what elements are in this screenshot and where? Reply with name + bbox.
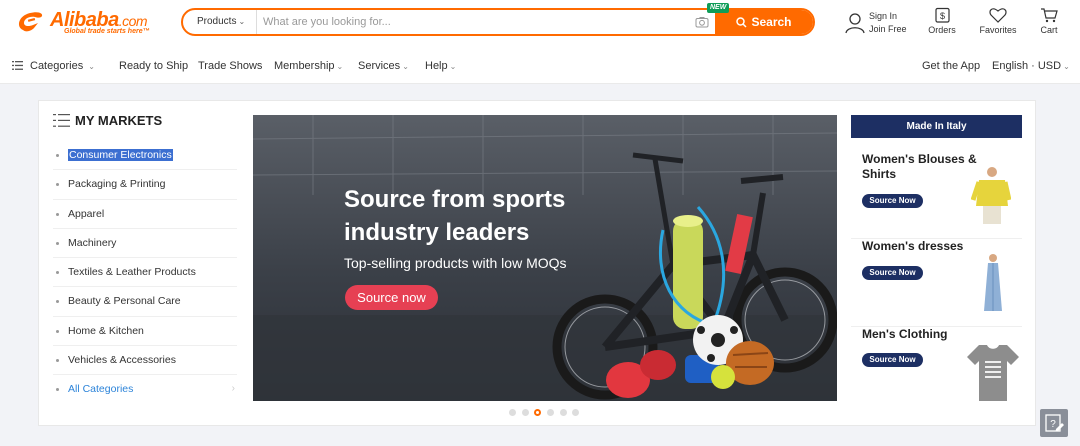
all-categories-link[interactable]: All Categories › bbox=[53, 375, 237, 404]
carousel-dot[interactable] bbox=[547, 409, 554, 416]
logo-tagline: Global trade starts here™ bbox=[64, 28, 150, 35]
search-button[interactable]: Search bbox=[715, 10, 813, 34]
nav-help[interactable]: Help ⌄ bbox=[425, 60, 456, 72]
italy-item-blouses[interactable]: Women's Blouses & Shirts Source Now bbox=[851, 152, 1022, 239]
nav-ready-to-ship[interactable]: Ready to Ship bbox=[119, 60, 188, 72]
market-item[interactable]: Home & Kitchen bbox=[53, 317, 237, 347]
carousel-dot-active[interactable] bbox=[534, 409, 541, 416]
nav-categories[interactable]: Categories ⌄ bbox=[30, 60, 95, 72]
chevron-down-icon: ⌄ bbox=[238, 17, 246, 26]
chevron-right-icon: › bbox=[231, 383, 235, 395]
market-item[interactable]: Apparel bbox=[53, 200, 237, 229]
nav-trade-shows[interactable]: Trade Shows bbox=[198, 60, 262, 72]
source-now-button[interactable]: Source Now bbox=[862, 194, 923, 208]
italy-item-title: Women's dresses bbox=[862, 239, 964, 253]
category-nav: Categories ⌄ Ready to Ship Trade Shows M… bbox=[0, 48, 1080, 84]
banner-source-now-button[interactable]: Source now bbox=[345, 285, 438, 310]
sign-in-area[interactable]: Sign In Join Free bbox=[845, 10, 907, 36]
carousel-dot[interactable] bbox=[522, 409, 529, 416]
new-badge: NEW bbox=[707, 3, 730, 13]
list-icon bbox=[53, 114, 70, 127]
made-in-italy-panel: Made In Italy Women's Blouses & Shirts S… bbox=[851, 115, 1022, 405]
svg-text:?: ? bbox=[1050, 419, 1056, 430]
menu-list-icon bbox=[12, 61, 23, 70]
search-icon bbox=[736, 17, 748, 28]
cart-icon bbox=[1041, 8, 1058, 23]
banner-subtitle: Top-selling products with low MOQs bbox=[344, 255, 567, 271]
market-item[interactable]: Consumer Electronics bbox=[53, 141, 237, 171]
cart-link[interactable]: Cart bbox=[1037, 7, 1061, 35]
nav-membership[interactable]: Membership ⌄ bbox=[274, 60, 343, 72]
user-icon bbox=[845, 13, 865, 34]
feedback-icon: ? bbox=[1045, 414, 1064, 432]
nav-get-app[interactable]: Get the App bbox=[922, 60, 980, 72]
chevron-down-icon: ⌄ bbox=[1063, 62, 1070, 71]
market-item[interactable]: Vehicles & Accessories bbox=[53, 346, 237, 376]
market-item[interactable]: Textiles & Leather Products bbox=[53, 258, 237, 288]
source-now-button[interactable]: Source Now bbox=[862, 266, 923, 280]
main-content: MY MARKETS Consumer Electronics Packagin… bbox=[38, 100, 1036, 426]
carousel-dot[interactable] bbox=[509, 409, 516, 416]
chevron-down-icon: ⌄ bbox=[449, 62, 457, 71]
search-category-select[interactable]: Products ⌄ bbox=[183, 10, 257, 34]
join-free-link[interactable]: Join Free bbox=[869, 23, 907, 36]
market-list: Consumer Electronics Packaging & Printin… bbox=[53, 141, 237, 405]
banner-headline: Source from sports industry leaders bbox=[344, 186, 566, 246]
carousel-dot[interactable] bbox=[572, 409, 579, 416]
market-item[interactable]: Packaging & Printing bbox=[53, 170, 237, 200]
sign-in-link[interactable]: Sign In bbox=[869, 10, 907, 23]
market-item[interactable]: Beauty & Personal Care bbox=[53, 287, 237, 317]
market-item[interactable]: Machinery bbox=[53, 229, 237, 259]
chevron-down-icon: ⌄ bbox=[88, 62, 95, 71]
mens-tshirt-image bbox=[967, 345, 1019, 401]
favorites-link[interactable]: Favorites bbox=[978, 7, 1018, 35]
nav-language-currency[interactable]: English · USD ⌄ bbox=[992, 60, 1070, 72]
yellow-blouse-image bbox=[971, 167, 1011, 224]
hero-banner[interactable]: Source from sports industry leaders Top-… bbox=[253, 115, 837, 401]
italy-item-mens[interactable]: Men's Clothing Source Now bbox=[851, 327, 1022, 405]
italy-item-title: Men's Clothing bbox=[862, 327, 948, 341]
heart-icon bbox=[989, 8, 1007, 23]
camera-icon[interactable] bbox=[695, 16, 709, 28]
italy-item-dresses[interactable]: Women's dresses Source Now bbox=[851, 239, 1022, 327]
chevron-down-icon: ⌄ bbox=[402, 62, 409, 71]
feedback-button[interactable]: ? bbox=[1040, 409, 1068, 437]
italy-item-title: Women's Blouses & Shirts bbox=[862, 152, 977, 181]
alibaba-logo[interactable]: Alibaba.com Global trade starts here™ bbox=[16, 9, 156, 36]
orders-link[interactable]: $ Orders bbox=[925, 7, 959, 35]
alibaba-logo-mark-icon bbox=[18, 12, 43, 32]
search-input[interactable] bbox=[263, 10, 713, 34]
carousel-dot[interactable] bbox=[560, 409, 567, 416]
orders-icon: $ bbox=[934, 7, 950, 23]
nav-services[interactable]: Services ⌄ bbox=[358, 60, 409, 72]
svg-text:$: $ bbox=[939, 11, 944, 21]
blue-dress-image bbox=[984, 254, 1002, 311]
made-in-italy-header[interactable]: Made In Italy bbox=[851, 115, 1022, 138]
source-now-button[interactable]: Source Now bbox=[862, 353, 923, 367]
my-markets-title: MY MARKETS bbox=[75, 113, 163, 128]
top-header: Alibaba.com Global trade starts here™ Pr… bbox=[0, 0, 1080, 48]
chevron-down-icon: ⌄ bbox=[336, 62, 344, 71]
